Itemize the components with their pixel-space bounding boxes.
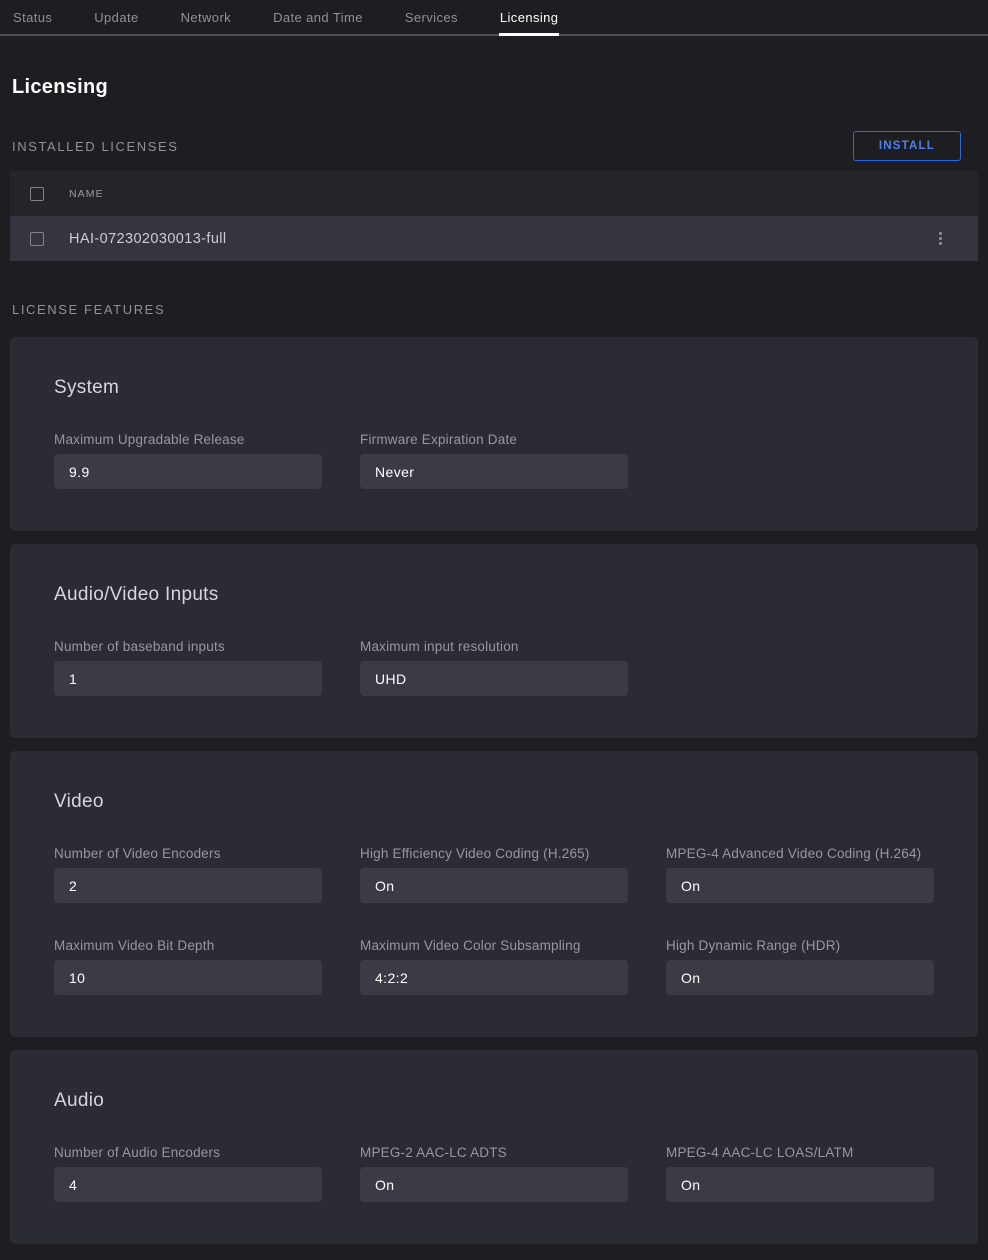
field-video-encoders: Number of Video Encoders 2 [54,846,322,903]
field-value: On [360,1167,628,1202]
field-label: High Efficiency Video Coding (H.265) [360,846,628,861]
license-features-header: LICENSE FEATURES [10,295,978,324]
licensing-page: Licensing INSTALLED LICENSES INSTALL NAM… [0,76,988,1244]
card-system: System Maximum Upgradable Release 9.9 Fi… [10,337,978,531]
card-video: Video Number of Video Encoders 2 High Ef… [10,751,978,1037]
field-label: Maximum input resolution [360,639,628,654]
field-firmware-expiration-date: Firmware Expiration Date Never [360,432,628,489]
tab-services[interactable]: Services [404,0,459,34]
install-button[interactable]: INSTALL [853,131,961,161]
settings-tabbar: Status Update Network Date and Time Serv… [0,0,988,36]
license-row[interactable]: HAI-072302030013-full [10,216,978,261]
field-max-input-resolution: Maximum input resolution UHD [360,639,628,696]
field-max-color-subsampling: Maximum Video Color Subsampling 4:2:2 [360,938,628,995]
field-value: 1 [54,661,322,696]
card-system-title: System [54,377,934,399]
row-actions-kebab-icon[interactable] [935,228,946,249]
field-label: Maximum Video Bit Depth [54,938,322,953]
field-max-video-bit-depth: Maximum Video Bit Depth 10 [54,938,322,995]
tab-date-and-time[interactable]: Date and Time [272,0,364,34]
installed-licenses-header: INSTALLED LICENSES INSTALL [10,131,978,161]
licenses-table: NAME HAI-072302030013-full [10,171,978,261]
card-av-inputs-title: Audio/Video Inputs [54,584,934,606]
license-name: HAI-072302030013-full [69,231,935,247]
name-column-header: NAME [69,188,104,200]
field-value: 4:2:2 [360,960,628,995]
field-label: MPEG-2 AAC-LC ADTS [360,1145,628,1160]
field-value: 9.9 [54,454,322,489]
card-video-title: Video [54,791,934,813]
field-label: Number of Video Encoders [54,846,322,861]
field-label: Maximum Upgradable Release [54,432,322,447]
card-av-inputs: Audio/Video Inputs Number of baseband in… [10,544,978,738]
field-label: MPEG-4 AAC-LC LOAS/LATM [666,1145,934,1160]
field-label: MPEG-4 Advanced Video Coding (H.264) [666,846,934,861]
field-avc-h264: MPEG-4 Advanced Video Coding (H.264) On [666,846,934,903]
field-mpeg2-aac-lc-adts: MPEG-2 AAC-LC ADTS On [360,1145,628,1202]
licenses-table-header: NAME [10,171,978,216]
field-value: On [666,960,934,995]
card-audio: Audio Number of Audio Encoders 4 MPEG-2 … [10,1050,978,1244]
row-checkbox[interactable] [30,232,44,246]
field-value: On [666,868,934,903]
select-all-checkbox[interactable] [30,187,44,201]
field-mpeg4-aac-lc-loas-latm: MPEG-4 AAC-LC LOAS/LATM On [666,1145,934,1202]
field-audio-encoders: Number of Audio Encoders 4 [54,1145,322,1202]
field-value: On [360,868,628,903]
field-value: 10 [54,960,322,995]
field-hevc-h265: High Efficiency Video Coding (H.265) On [360,846,628,903]
field-value: UHD [360,661,628,696]
field-label: Number of baseband inputs [54,639,322,654]
field-label: Number of Audio Encoders [54,1145,322,1160]
card-audio-title: Audio [54,1090,934,1112]
field-hdr: High Dynamic Range (HDR) On [666,938,934,995]
field-value: 2 [54,868,322,903]
field-max-upgradable-release: Maximum Upgradable Release 9.9 [54,432,322,489]
installed-licenses-label: INSTALLED LICENSES [10,139,179,154]
tab-licensing[interactable]: Licensing [499,0,560,34]
field-value: On [666,1167,934,1202]
field-label: High Dynamic Range (HDR) [666,938,934,953]
page-title: Licensing [12,76,978,99]
field-baseband-inputs: Number of baseband inputs 1 [54,639,322,696]
tab-network[interactable]: Network [180,0,232,34]
license-features-label: LICENSE FEATURES [10,302,165,317]
field-value: 4 [54,1167,322,1202]
tab-update[interactable]: Update [93,0,139,34]
field-label: Maximum Video Color Subsampling [360,938,628,953]
field-label: Firmware Expiration Date [360,432,628,447]
field-value: Never [360,454,628,489]
tab-status[interactable]: Status [12,0,53,34]
